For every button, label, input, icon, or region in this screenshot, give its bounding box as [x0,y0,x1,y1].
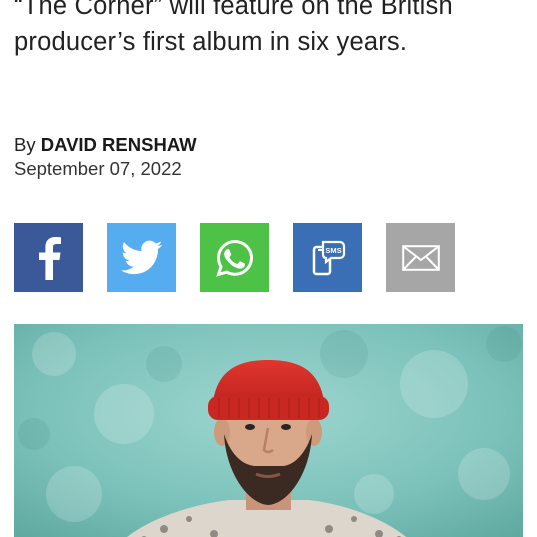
facebook-share-button[interactable] [14,223,83,292]
twitter-share-button[interactable] [107,223,176,292]
article-subheading: “The Corner” will feature on the British… [14,0,453,56]
whatsapp-share-button[interactable] [200,223,269,292]
envelope-icon [401,244,440,271]
byline-prefix: By [14,134,36,155]
sms-share-button[interactable]: SMS [293,223,362,292]
twitter-bird-icon [120,240,162,274]
byline: By DAVID RENSHAW [14,133,197,157]
share-buttons: SMS [14,223,455,292]
publish-date: September 07, 2022 [14,158,182,179]
article-hero-image [14,324,523,537]
man-in-red-beanie-photo [14,324,523,537]
sms-icon: SMS [312,240,345,275]
whatsapp-icon [215,239,253,277]
facebook-icon [38,236,61,280]
author-link[interactable]: DAVID RENSHAW [41,134,197,155]
svg-text:SMS: SMS [325,246,341,255]
email-share-button[interactable] [386,223,455,292]
